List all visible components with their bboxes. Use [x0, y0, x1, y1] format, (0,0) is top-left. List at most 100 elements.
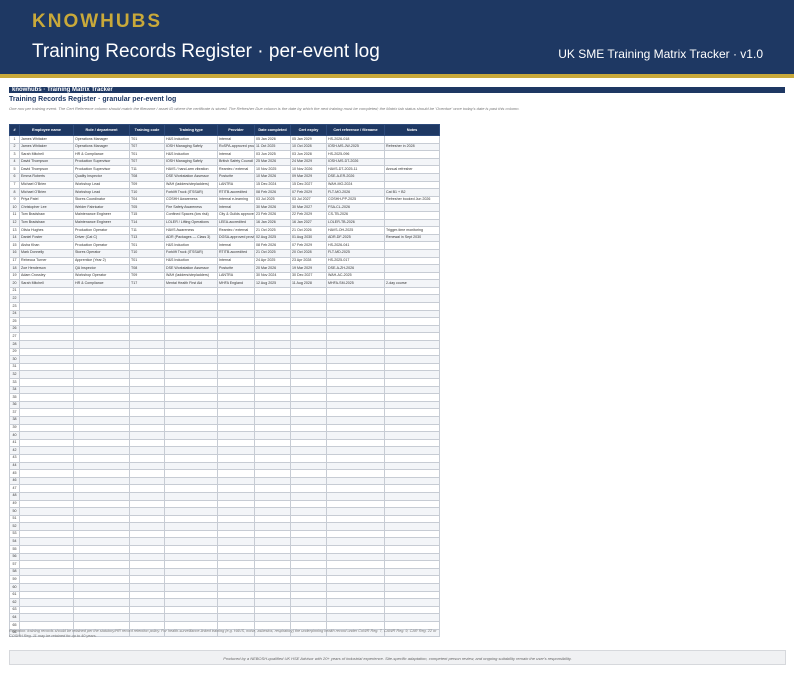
table-cell[interactable]: WAH-MO-2024: [326, 180, 385, 190]
table-row[interactable]: 2 James Whitaker Operations Manager T07 IOSH…: [9, 142, 440, 152]
row-number-cell[interactable]: 59: [9, 575, 20, 585]
table-cell[interactable]: [217, 598, 255, 607]
table-cell[interactable]: [217, 400, 255, 410]
table-cell[interactable]: [384, 203, 440, 212]
table-cell[interactable]: [217, 529, 255, 539]
row-number-cell[interactable]: 63: [9, 605, 20, 615]
table-cell[interactable]: T14: [129, 218, 165, 228]
table-cell[interactable]: HAVS-OH-2025: [326, 226, 385, 235]
table-cell[interactable]: [164, 317, 218, 326]
table-cell[interactable]: Welder Fabricator: [73, 203, 130, 212]
table-cell[interactable]: [326, 317, 385, 326]
table-row[interactable]: 35: [9, 393, 440, 402]
table-cell[interactable]: [19, 408, 74, 417]
row-number-cell[interactable]: 55: [9, 545, 20, 554]
table-cell[interactable]: [164, 575, 218, 585]
table-cell[interactable]: [19, 491, 74, 501]
table-cell[interactable]: [217, 537, 255, 547]
table-cell[interactable]: [129, 484, 165, 493]
table-cell[interactable]: [129, 613, 165, 622]
table-cell[interactable]: Posturite: [217, 172, 255, 182]
table-cell[interactable]: FLT-MD-2025: [326, 248, 385, 258]
row-number-cell[interactable]: 47: [9, 484, 20, 493]
table-cell[interactable]: [164, 552, 218, 562]
table-cell[interactable]: 19 Mar 2029: [290, 264, 327, 273]
table-cell[interactable]: [254, 385, 291, 395]
table-cell[interactable]: [19, 400, 74, 410]
table-cell[interactable]: [326, 552, 385, 562]
table-row[interactable]: 33: [9, 378, 440, 387]
table-cell[interactable]: [164, 469, 218, 478]
table-cell[interactable]: [290, 393, 327, 402]
table-cell[interactable]: [73, 590, 130, 600]
table-cell[interactable]: [19, 522, 74, 531]
table-cell[interactable]: [129, 423, 165, 433]
table-cell[interactable]: [217, 469, 255, 478]
table-cell[interactable]: [217, 575, 255, 585]
row-number-cell[interactable]: 48: [9, 491, 20, 501]
table-cell[interactable]: [254, 317, 291, 326]
table-cell[interactable]: [290, 613, 327, 622]
row-number-cell[interactable]: 8: [9, 188, 20, 197]
table-cell[interactable]: 16 Jan 2027: [290, 218, 327, 228]
table-cell[interactable]: [164, 400, 218, 410]
table-cell[interactable]: Maintenance Engineer: [73, 218, 130, 228]
table-cell[interactable]: [129, 461, 165, 471]
table-cell[interactable]: FSA-CL-2026: [326, 203, 385, 212]
table-cell[interactable]: [19, 484, 74, 493]
table-cell[interactable]: WAH-AC-2025: [326, 271, 385, 281]
table-cell[interactable]: H&S Induction: [164, 150, 218, 159]
table-cell[interactable]: [164, 423, 218, 433]
table-cell[interactable]: [73, 309, 130, 319]
table-cell[interactable]: [73, 507, 130, 516]
table-cell[interactable]: [290, 431, 327, 440]
table-cell[interactable]: Confined Spaces (low risk): [164, 210, 218, 220]
table-cell[interactable]: [384, 469, 440, 478]
table-cell[interactable]: Annual refresher: [384, 165, 440, 174]
table-cell[interactable]: [164, 393, 218, 402]
table-cell[interactable]: [290, 286, 327, 296]
table-cell[interactable]: [129, 317, 165, 326]
table-row[interactable]: 59: [9, 575, 440, 585]
table-cell[interactable]: T05: [129, 203, 165, 212]
table-cell[interactable]: [217, 317, 255, 326]
table-cell[interactable]: 23 Apr 2028: [290, 256, 327, 266]
table-cell[interactable]: [164, 340, 218, 349]
table-cell[interactable]: [73, 605, 130, 615]
table-cell[interactable]: [290, 302, 327, 311]
table-cell[interactable]: [254, 522, 291, 531]
table-cell[interactable]: [164, 408, 218, 417]
row-number-cell[interactable]: 54: [9, 537, 20, 547]
table-cell[interactable]: [164, 302, 218, 311]
table-cell[interactable]: [217, 415, 255, 425]
table-cell[interactable]: [384, 271, 440, 281]
table-cell[interactable]: [254, 286, 291, 296]
table-cell[interactable]: [290, 355, 327, 364]
table-cell[interactable]: [164, 378, 218, 387]
table-cell[interactable]: [19, 370, 74, 379]
table-cell[interactable]: [217, 332, 255, 342]
table-cell[interactable]: T13: [129, 233, 165, 243]
table-cell[interactable]: [290, 408, 327, 417]
row-number-cell[interactable]: 30: [9, 355, 20, 364]
row-number-cell[interactable]: 13: [9, 226, 20, 235]
table-cell[interactable]: [217, 560, 255, 569]
table-cell[interactable]: T09: [129, 271, 165, 281]
table-cell[interactable]: [19, 537, 74, 547]
row-number-cell[interactable]: 61: [9, 590, 20, 600]
table-cell[interactable]: Internal: [217, 256, 255, 266]
table-row[interactable]: 37: [9, 408, 440, 417]
table-cell[interactable]: [290, 469, 327, 478]
table-cell[interactable]: DSE Workstation Assessor: [164, 264, 218, 273]
table-cell[interactable]: [164, 514, 218, 524]
table-cell[interactable]: [326, 294, 385, 304]
table-cell[interactable]: 02 Aug 2025: [254, 233, 291, 243]
row-number-cell[interactable]: 46: [9, 476, 20, 486]
table-cell[interactable]: [290, 545, 327, 554]
table-row[interactable]: 15 Aisha Khan Production Operator T01 H&S In…: [9, 241, 440, 250]
table-cell[interactable]: [254, 332, 291, 342]
table-cell[interactable]: 08 Feb 2026: [254, 188, 291, 197]
table-cell[interactable]: [290, 347, 327, 357]
table-row[interactable]: 27: [9, 332, 440, 342]
table-cell[interactable]: HR & Compliance: [73, 279, 130, 288]
